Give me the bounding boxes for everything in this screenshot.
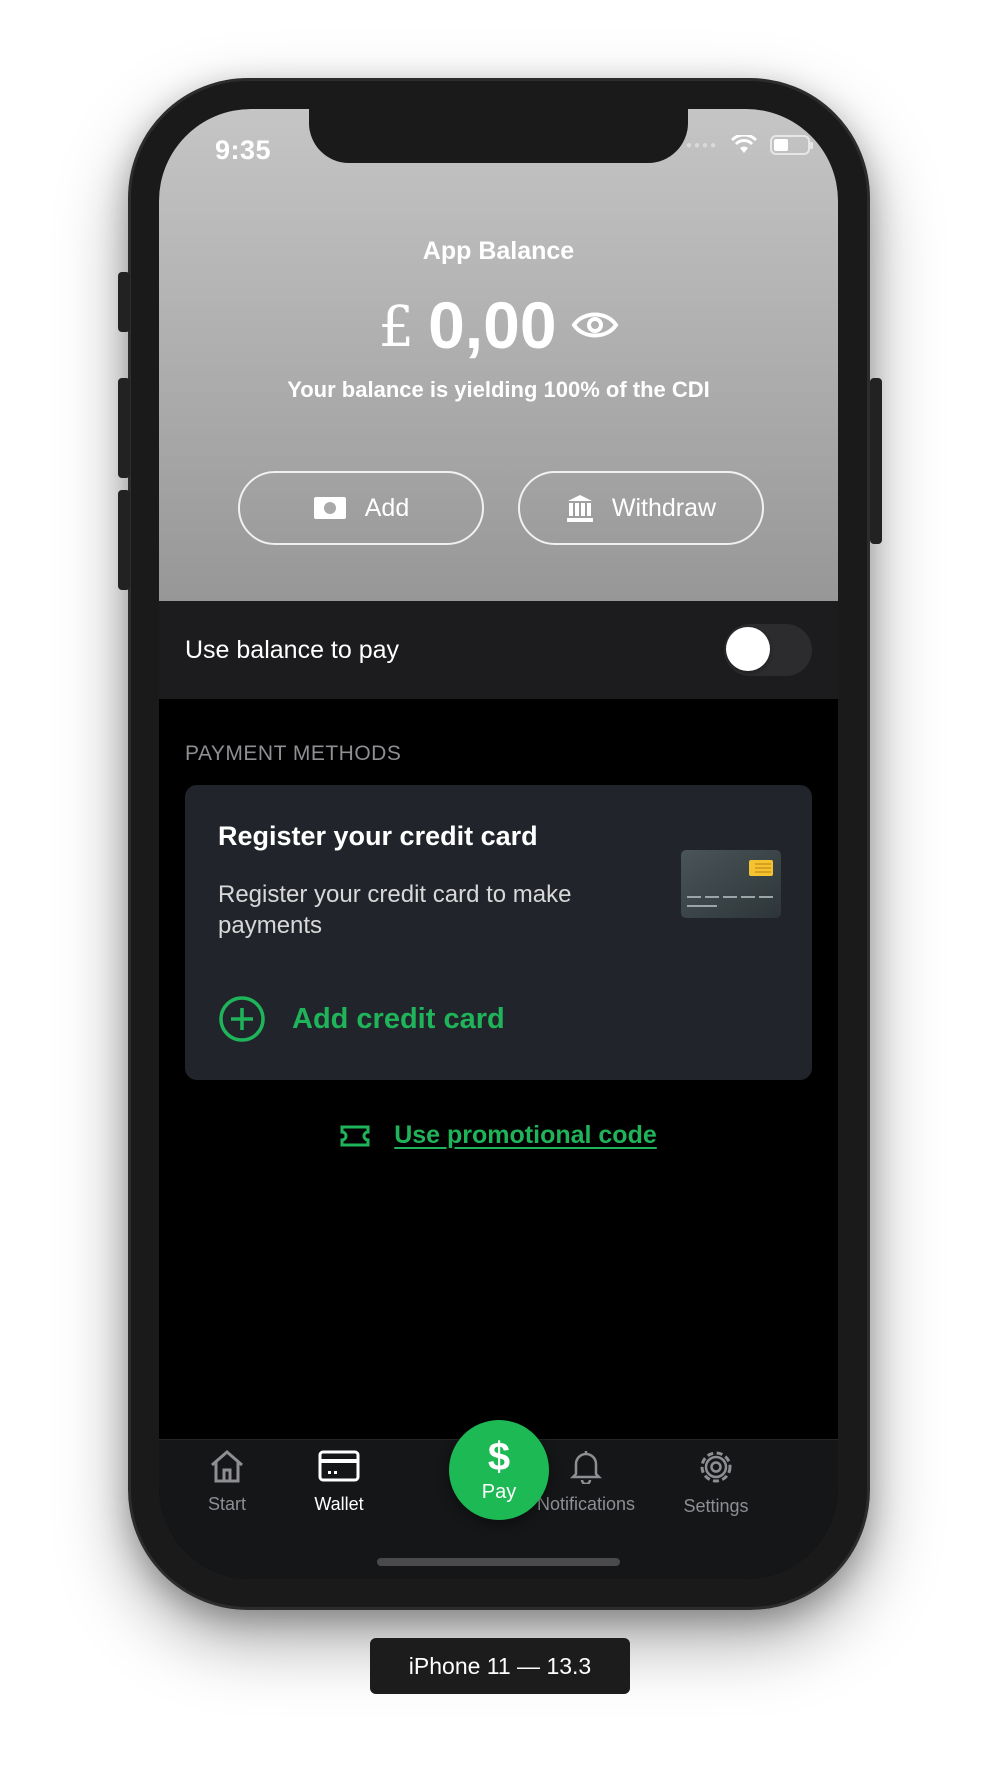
wifi-icon bbox=[730, 135, 758, 153]
power-button bbox=[870, 378, 882, 544]
balance-header: 9:35 ●●●● App Balance £ 0,00 Your balanc… bbox=[159, 109, 838, 601]
device-label: iPhone 11 — 13.3 bbox=[370, 1638, 630, 1694]
add-credit-card-label: Add credit card bbox=[292, 1002, 505, 1035]
tab-wallet[interactable]: Wallet bbox=[279, 1448, 399, 1515]
pay-button[interactable]: $ Pay bbox=[449, 1420, 549, 1520]
switch-knob bbox=[726, 627, 770, 671]
tab-settings[interactable]: Settings bbox=[656, 1448, 776, 1517]
add-button[interactable]: Add bbox=[238, 471, 484, 545]
device-notch bbox=[309, 109, 688, 163]
payment-methods-heading: PAYMENT METHODS bbox=[185, 742, 402, 765]
register-card-panel: Register your credit card Register your … bbox=[185, 785, 812, 1080]
yield-text: Your balance is yielding 100% of the CDI bbox=[287, 377, 710, 402]
register-card-description: Register your credit card to make paymen… bbox=[218, 881, 572, 939]
currency-symbol: £ bbox=[378, 294, 415, 360]
plus-circle-icon bbox=[219, 996, 265, 1042]
withdraw-button-label: Withdraw bbox=[611, 493, 717, 522]
promo-code-link[interactable]: Use promotional code bbox=[159, 1121, 838, 1150]
tab-notifications-label: Notifications bbox=[536, 1494, 636, 1514]
phone-screen: 9:35 ●●●● App Balance £ 0,00 Your balanc… bbox=[159, 109, 838, 1579]
balance-title: App Balance bbox=[422, 237, 575, 265]
balance-amount-row: £ 0,00 bbox=[159, 287, 838, 363]
gear-icon bbox=[700, 1451, 732, 1483]
home-icon bbox=[211, 1450, 243, 1483]
credit-card-icon bbox=[681, 850, 781, 918]
promo-code-label: Use promotional code bbox=[394, 1121, 657, 1149]
use-balance-row: Use balance to pay bbox=[159, 601, 838, 699]
mute-switch bbox=[118, 272, 130, 332]
status-time: 9:35 bbox=[215, 135, 272, 165]
wallet-icon bbox=[318, 1450, 360, 1482]
signal-icon: ●●●● bbox=[685, 139, 718, 151]
bank-icon bbox=[566, 495, 593, 522]
volume-up-button bbox=[118, 378, 130, 478]
status-icons: ●●●● bbox=[685, 135, 813, 155]
battery-icon bbox=[770, 135, 813, 155]
register-card-title: Register your credit card bbox=[218, 821, 538, 851]
add-button-label: Add bbox=[364, 493, 410, 522]
eye-icon[interactable] bbox=[571, 305, 619, 345]
bell-icon bbox=[570, 1451, 602, 1484]
tab-settings-label: Settings bbox=[683, 1496, 749, 1516]
balance-amount: 0,00 bbox=[428, 288, 557, 362]
dollar-icon: $ bbox=[487, 1434, 511, 1479]
cash-icon bbox=[313, 497, 346, 519]
tab-start[interactable]: Start bbox=[167, 1448, 287, 1515]
withdraw-button[interactable]: Withdraw bbox=[518, 471, 764, 545]
add-credit-card-button[interactable]: Add credit card bbox=[218, 995, 505, 1043]
pay-button-label: Pay bbox=[481, 1480, 517, 1503]
ticket-icon bbox=[340, 1125, 370, 1146]
tab-start-label: Start bbox=[207, 1494, 246, 1514]
volume-down-button bbox=[118, 490, 130, 590]
use-balance-switch[interactable] bbox=[724, 624, 812, 676]
home-indicator[interactable] bbox=[377, 1558, 620, 1566]
use-balance-label: Use balance to pay bbox=[185, 635, 400, 664]
tab-wallet-label: Wallet bbox=[314, 1494, 364, 1514]
